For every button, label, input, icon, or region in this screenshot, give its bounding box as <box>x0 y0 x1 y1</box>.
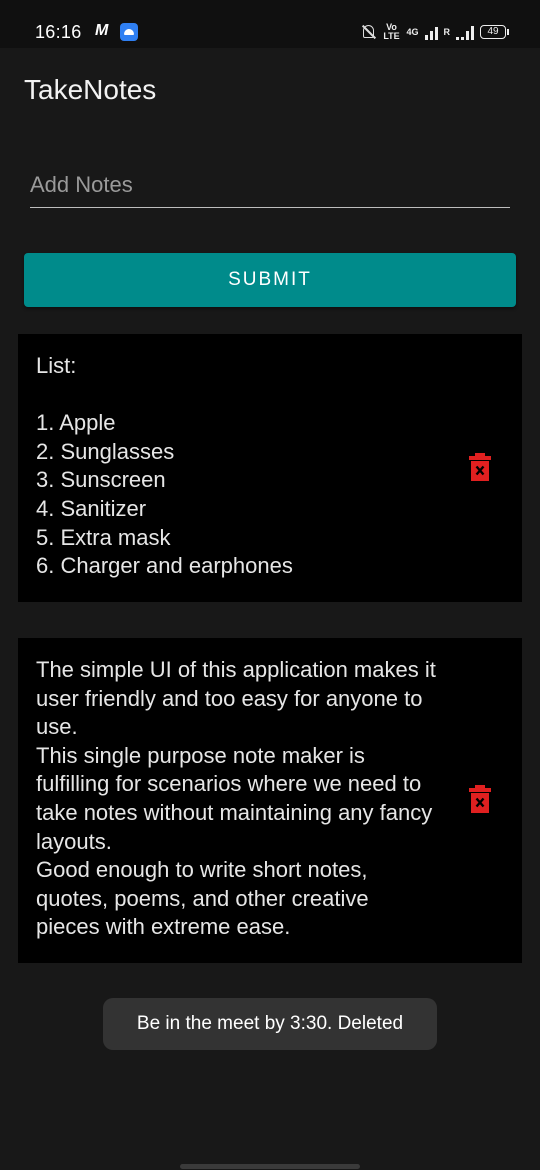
m-notification-icon: M <box>95 22 109 39</box>
note-card: The simple UI of this application makes … <box>18 638 522 963</box>
note-text: The simple UI of this application makes … <box>36 657 436 940</box>
volte-label: Vo LTE <box>383 22 400 41</box>
toast-message: Be in the meet by 3:30. Deleted <box>103 998 437 1050</box>
battery-icon: 49 <box>480 25 509 39</box>
status-icons: Vo LTE 4G R 49 <box>360 22 509 42</box>
status-time: 16:16 <box>35 22 82 42</box>
trash-x-icon <box>469 785 491 813</box>
roaming-label: R <box>443 26 451 37</box>
signal-bars-icon <box>424 24 438 40</box>
note-card: List: 1. Apple 2. Sunglasses 3. Sunscree… <box>18 334 522 602</box>
bell-off-icon <box>360 23 376 41</box>
delete-note-button[interactable] <box>468 453 492 483</box>
add-notes-input[interactable] <box>30 168 510 208</box>
app-notification-icon <box>120 23 138 41</box>
note-text: List: 1. Apple 2. Sunglasses 3. Sunscree… <box>36 353 293 579</box>
home-indicator[interactable] <box>180 1164 360 1169</box>
submit-button[interactable]: SUBMIT <box>24 253 516 307</box>
network-type-label: 4G <box>406 26 419 37</box>
trash-x-icon <box>469 453 491 481</box>
status-bar: 16:16 M Vo LTE 4G R 49 <box>0 0 540 48</box>
signal-bars-2-icon <box>456 24 474 40</box>
delete-note-button[interactable] <box>468 785 492 815</box>
app-title: TakeNotes <box>24 74 157 105</box>
